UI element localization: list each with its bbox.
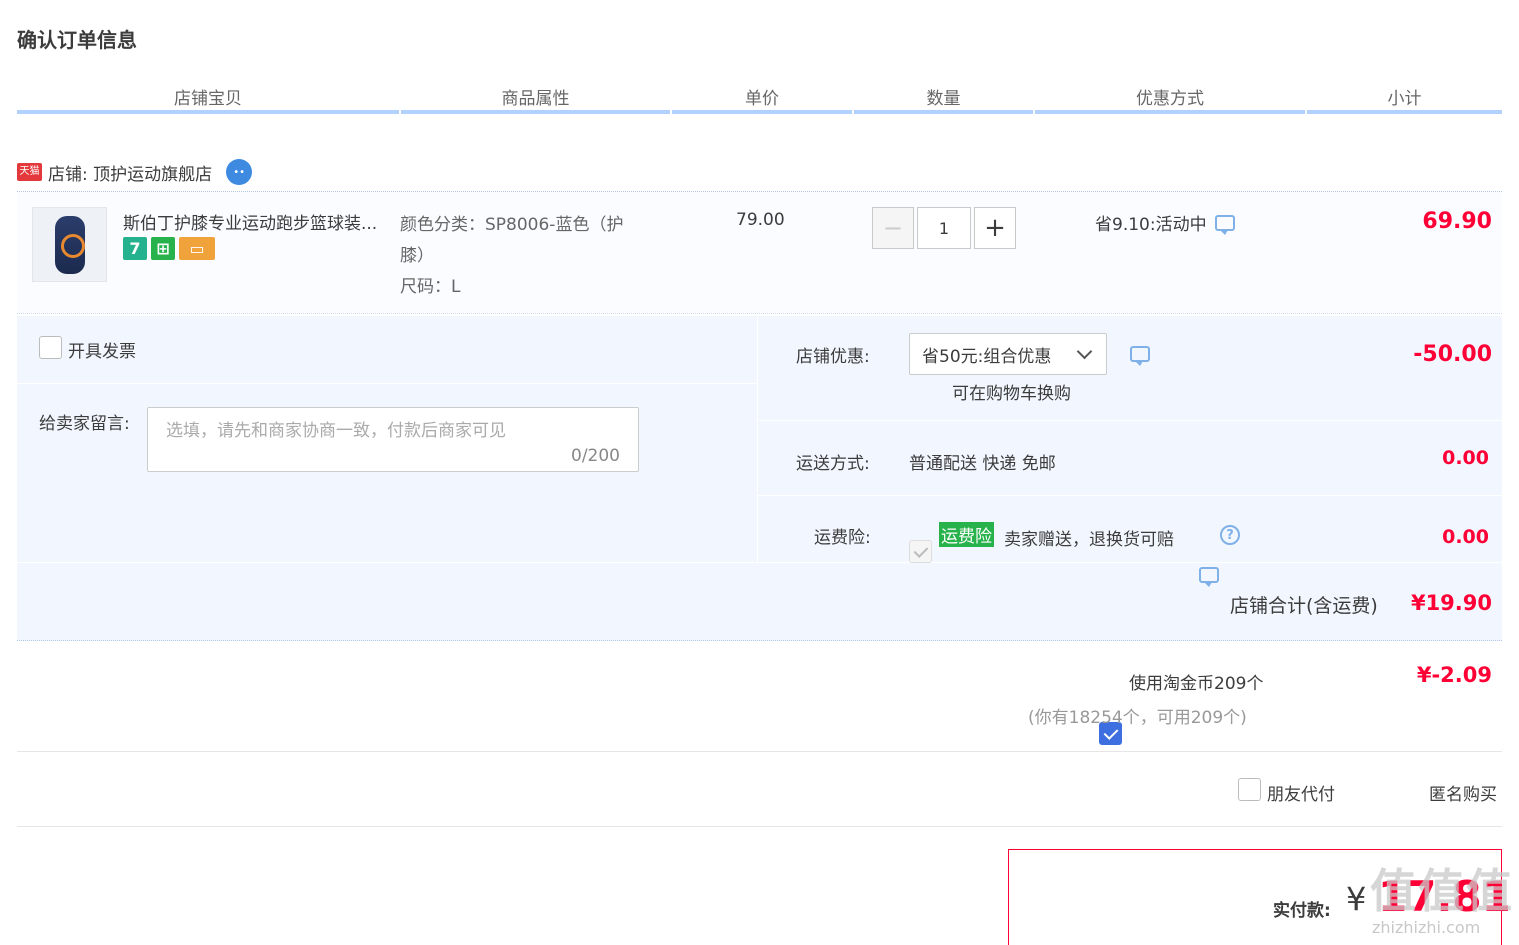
divider	[17, 751, 1502, 752]
attr-size: 尺码：L	[400, 277, 461, 297]
message-label: 给卖家留言:	[39, 414, 130, 434]
shop-coupon-label: 店铺优惠:	[796, 347, 870, 367]
shop-coupon-selected: 省50元:组合优惠	[922, 346, 1052, 367]
divider	[17, 826, 1502, 827]
header-attributes: 商品属性	[401, 84, 670, 114]
pay-label: 实付款:	[1273, 901, 1331, 921]
pay-currency: ¥	[1346, 880, 1367, 918]
shipping-method: 普通配送 快递 免邮	[909, 454, 1056, 474]
shop-coupon-amount: -50.00	[1413, 342, 1492, 367]
insurance-tag: 运费险	[939, 522, 994, 547]
coins-note: (你有18254个，可用209个)	[1028, 708, 1247, 728]
divider	[758, 495, 1502, 496]
chat-icon[interactable]	[1199, 567, 1219, 587]
watermark: 值值值	[1370, 864, 1514, 918]
product-thumbnail[interactable]	[32, 207, 107, 282]
chat-icon[interactable]	[1130, 346, 1150, 366]
coins-label: 使用淘金币209个	[1129, 674, 1264, 694]
insurance-amount: 0.00	[1442, 526, 1489, 548]
promo-text: 省9.10:活动中	[1095, 215, 1207, 235]
invoice-checkbox[interactable]	[39, 336, 62, 359]
attr-color-cont: 膝）	[400, 246, 434, 266]
quantity-plus-button[interactable]: +	[974, 207, 1016, 249]
service-badges: 7 ⊞ ▭	[123, 237, 215, 260]
divider	[757, 316, 758, 562]
shop-row: 天猫 店铺: 顶护运动旗舰店 ••	[17, 156, 253, 188]
quantity-minus-button[interactable]: −	[872, 207, 914, 249]
shop-name-link[interactable]: 店铺: 顶护运动旗舰店	[48, 160, 212, 185]
insurance-text: 卖家赠送，退换货可赔	[1004, 530, 1174, 550]
message-char-count: 0/200	[571, 446, 620, 466]
insurance-label: 运费险:	[814, 528, 871, 548]
divider	[17, 562, 1502, 563]
chevron-down-icon	[1076, 343, 1093, 360]
friend-pay-label: 朋友代付	[1267, 785, 1335, 805]
attr-color: 颜色分类：SP8006-蓝色（护	[400, 215, 624, 235]
promo-info: 省9.10:活动中	[1095, 210, 1235, 235]
genuine-guarantee-icon[interactable]: ⊞	[151, 237, 175, 260]
header-quantity: 数量	[854, 84, 1033, 114]
divider	[758, 420, 1502, 421]
unit-price: 79.00	[736, 210, 785, 230]
watermark-url: zhizhizhi.com	[1372, 918, 1481, 937]
quantity-input[interactable]: 1	[917, 207, 971, 249]
shop-coupon-note: 可在购物车换购	[952, 384, 1071, 404]
knee-brace-image	[54, 215, 85, 274]
credit-card-icon[interactable]: ▭	[179, 237, 215, 260]
tmall-icon: 天猫	[17, 163, 42, 181]
coins-amount: ¥-2.09	[1416, 663, 1492, 687]
seven-day-return-icon[interactable]: 7	[123, 237, 147, 260]
anonymous-label: 匿名购买	[1429, 785, 1497, 805]
header-unit-price: 单价	[672, 84, 852, 114]
shop-total-amount: ¥19.90	[1410, 591, 1492, 615]
page-title: 确认订单信息	[17, 28, 137, 52]
help-icon[interactable]: ?	[1220, 525, 1240, 545]
shop-coupon-select[interactable]: 省50元:组合优惠	[909, 333, 1107, 375]
divider	[17, 383, 757, 384]
friend-pay-checkbox[interactable]	[1238, 778, 1261, 801]
header-shop-item: 店铺宝贝	[17, 84, 399, 114]
invoice-label: 开具发票	[68, 342, 136, 362]
insurance-checkbox	[909, 540, 932, 563]
header-subtotal: 小计	[1307, 84, 1502, 114]
product-name-link[interactable]: 斯伯丁护膝专业运动跑步篮球装...	[123, 209, 393, 234]
item-subtotal: 69.90	[1422, 209, 1492, 234]
message-placeholder: 选填，请先和商家协商一致，付款后商家可见	[166, 421, 506, 441]
wangwang-chat-icon[interactable]: ••	[226, 159, 253, 185]
header-discount: 优惠方式	[1035, 84, 1305, 114]
shipping-label: 运送方式:	[796, 454, 870, 474]
shipping-amount: 0.00	[1442, 447, 1489, 469]
shop-total-label: 店铺合计(含运费)	[1230, 595, 1378, 617]
chat-icon[interactable]	[1214, 214, 1235, 235]
